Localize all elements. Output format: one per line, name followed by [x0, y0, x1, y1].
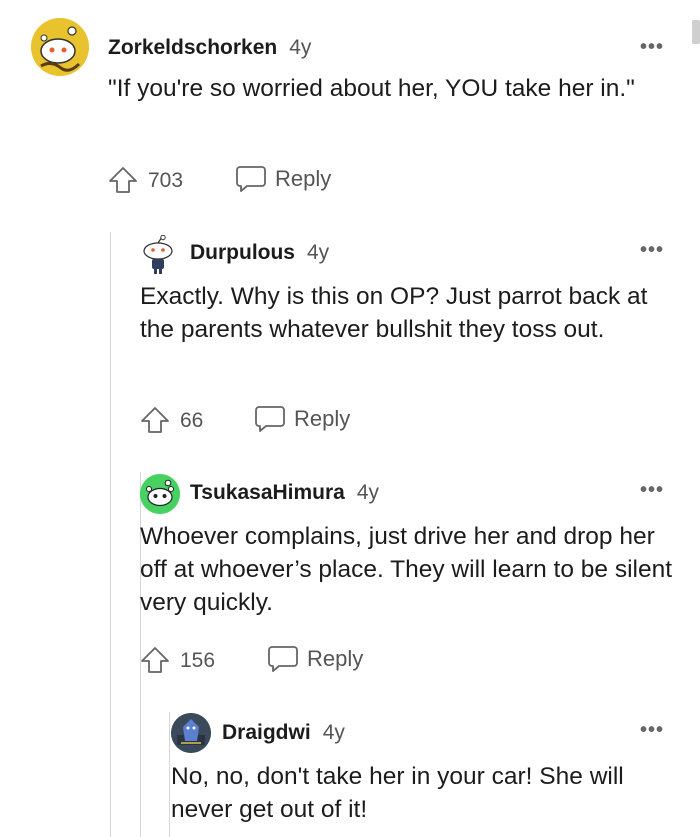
reply-button[interactable]: Reply [235, 163, 335, 197]
username[interactable]: Zorkeldschorken [108, 36, 277, 59]
snoo-avatar-icon [31, 18, 89, 76]
avatar[interactable] [171, 713, 211, 753]
thread-line-level-1[interactable] [110, 232, 111, 837]
upvote-button[interactable]: 66 [140, 405, 215, 435]
snoo-avatar-icon [140, 474, 180, 514]
more-options-icon[interactable]: ••• [640, 480, 664, 500]
scrollbar-thumb[interactable] [692, 20, 700, 44]
username[interactable]: Durpulous [190, 241, 295, 264]
more-options-icon[interactable]: ••• [640, 240, 664, 260]
upvote-arrow-icon [109, 167, 137, 193]
reply-button[interactable]: Reply [254, 403, 354, 437]
comment-age: 4y [289, 36, 312, 59]
speech-bubble-icon [268, 646, 298, 672]
upvote-arrow-icon [141, 407, 169, 433]
upvote-count: 66 [180, 409, 204, 432]
more-options-icon[interactable]: ••• [640, 37, 664, 57]
reply-label: Reply [275, 166, 332, 191]
speech-bubble-icon [236, 166, 266, 192]
more-options-icon[interactable]: ••• [640, 720, 664, 740]
reply-button[interactable]: Reply [267, 643, 367, 677]
comment-age: 4y [322, 721, 345, 744]
comment-age: 4y [356, 481, 380, 504]
upvote-arrow-icon [141, 647, 169, 673]
avatar[interactable] [31, 18, 89, 76]
upvote-button[interactable]: 156 [140, 645, 225, 675]
comment-body: No, no, don't take her in your car! She … [171, 763, 624, 823]
comment-age: 4y [307, 241, 330, 264]
snoo-avatar-icon [143, 235, 173, 274]
upvote-count: 156 [180, 649, 216, 672]
reply-label: Reply [307, 646, 364, 671]
reply-label: Reply [294, 406, 351, 431]
speech-bubble-icon [255, 406, 285, 432]
avatar-image-icon [171, 713, 211, 753]
username[interactable]: TsukasaHimura [190, 481, 345, 504]
comment-body: Whoever complains, just drive her and dr… [140, 523, 673, 616]
comment-body: Exactly. Why is this on OP? Just parrot … [140, 283, 648, 343]
thread-line-level-3[interactable] [169, 712, 170, 837]
upvote-button[interactable]: 703 [108, 165, 193, 195]
upvote-count: 703 [148, 169, 184, 192]
avatar[interactable] [140, 235, 176, 275]
avatar[interactable] [140, 474, 180, 514]
comment-body: "If you're so worried about her, YOU tak… [108, 75, 635, 102]
username[interactable]: Draigdwi [222, 721, 311, 744]
